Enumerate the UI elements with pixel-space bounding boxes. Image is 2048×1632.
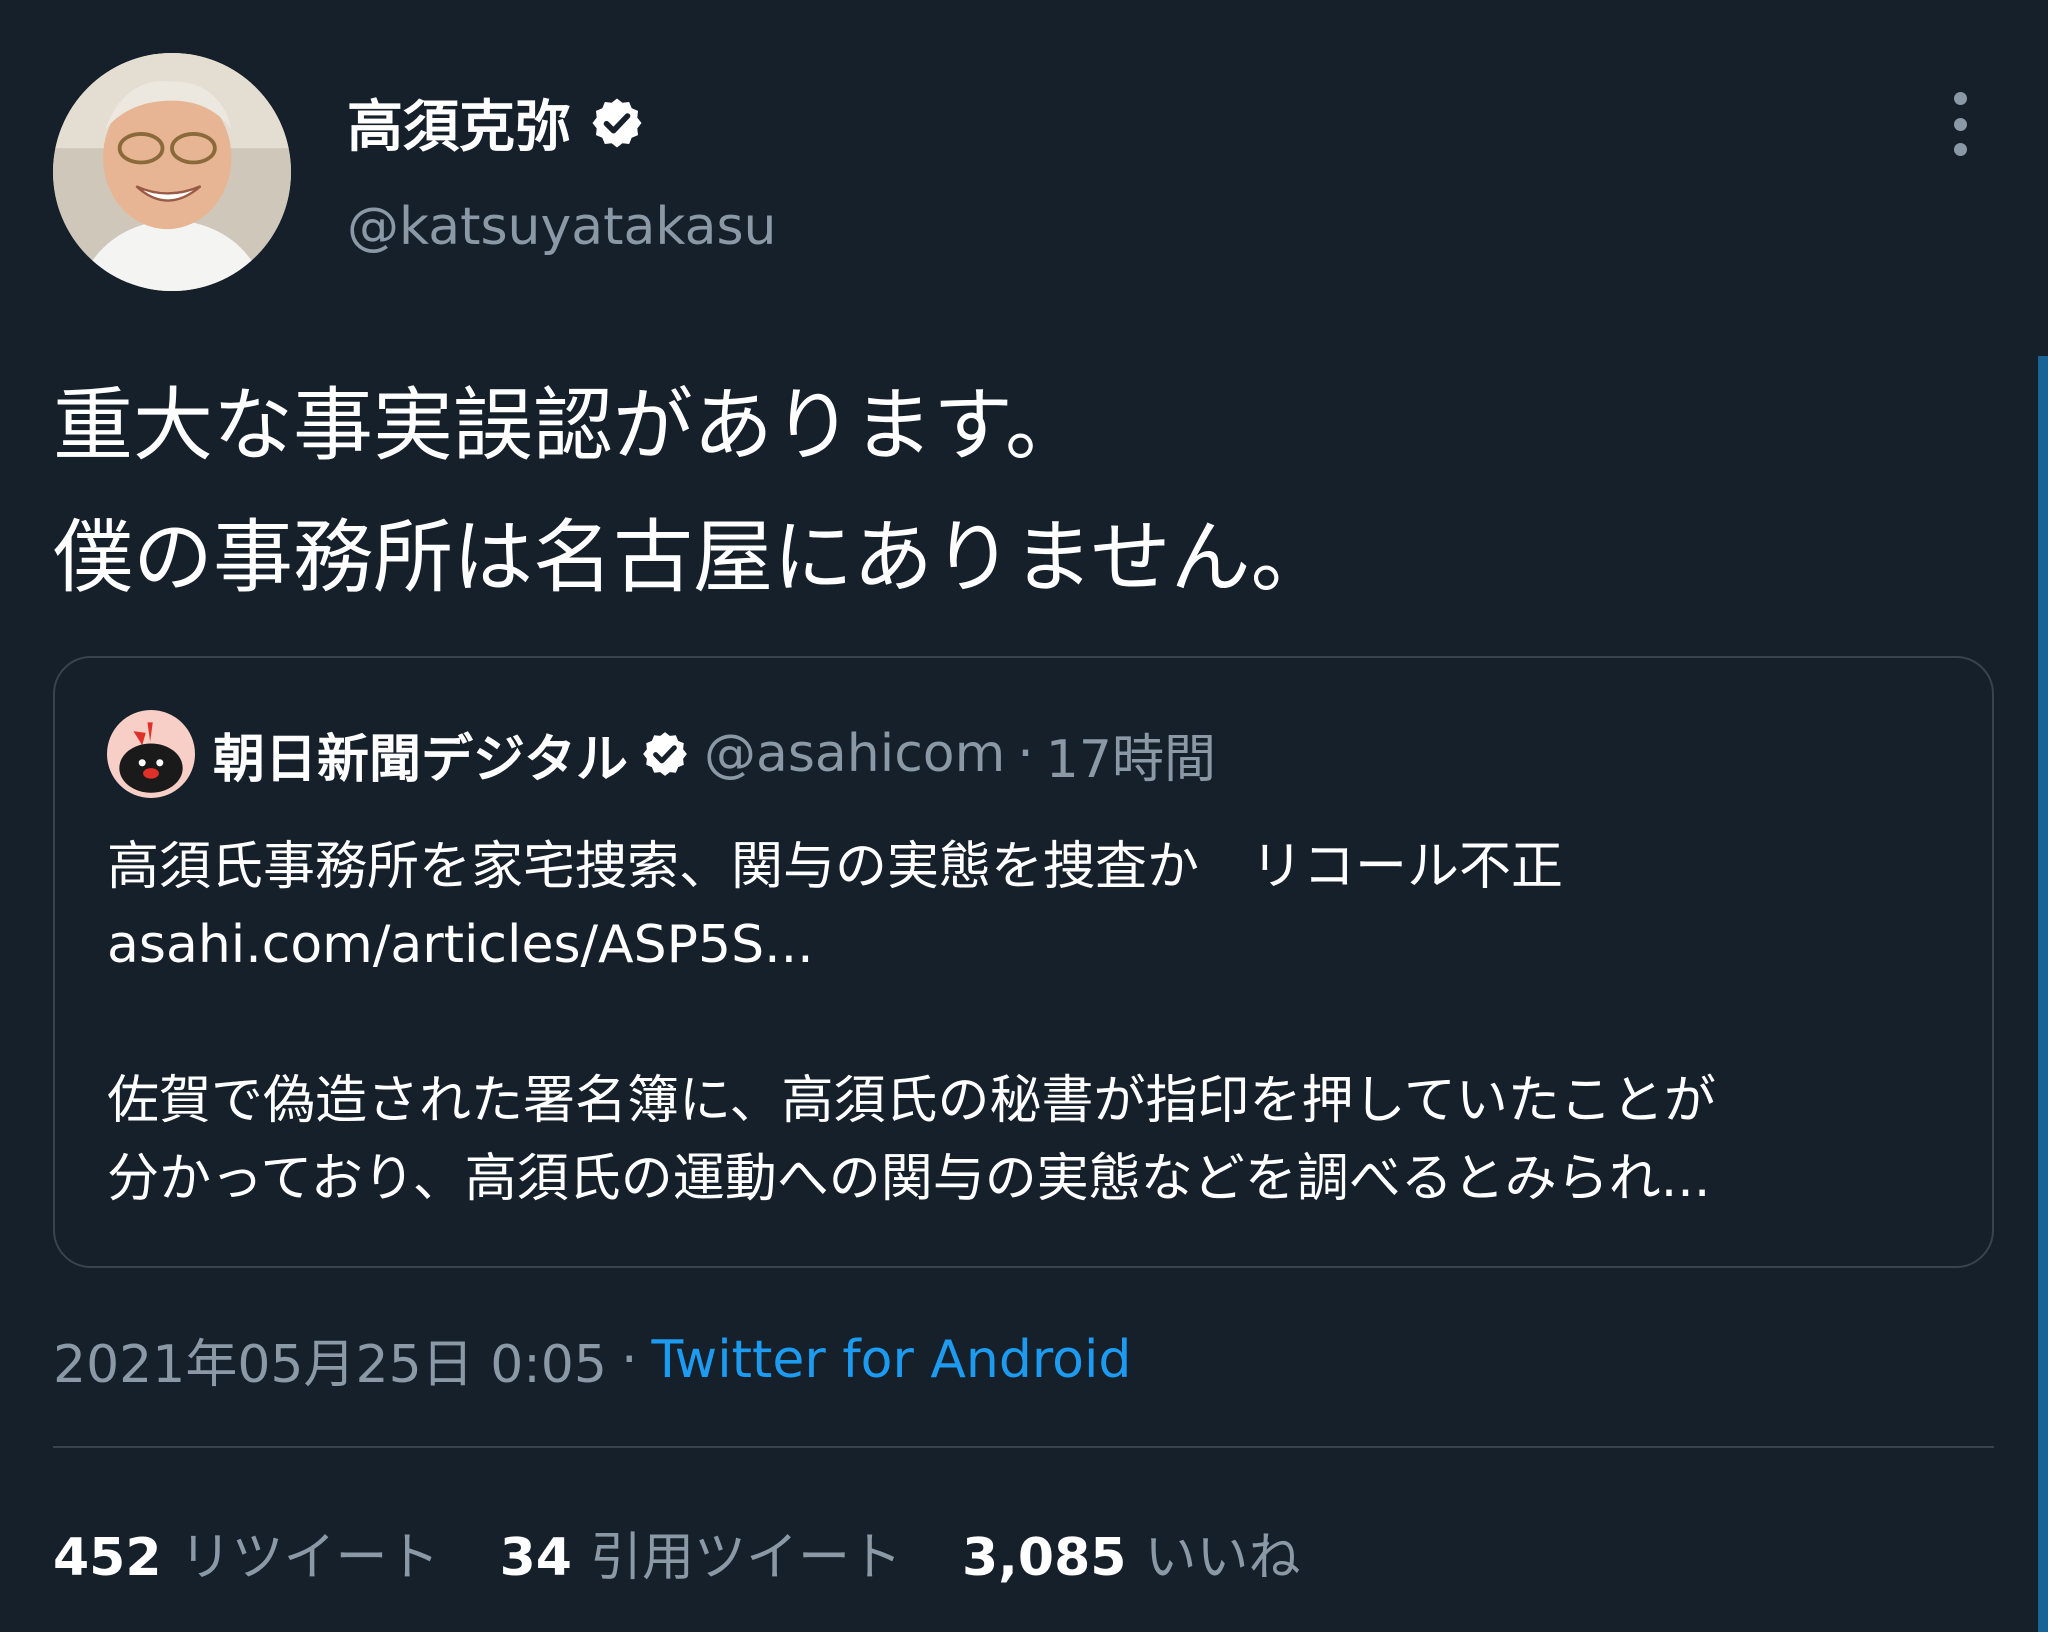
more-options-button[interactable] (1940, 92, 1980, 156)
stat-quote-tweets[interactable]: 34 引用ツイート (500, 1515, 902, 1590)
verified-badge-icon (643, 732, 687, 776)
quoted-author-handle[interactable]: @asahicom (704, 724, 1005, 784)
stat-label: いいね (1144, 1528, 1301, 1588)
quoted-tweet-body: 高須氏事務所を家宅捜索、関与の実態を捜査か リコール不正 asahi.com/a… (107, 828, 1947, 1218)
profile-photo (53, 53, 291, 291)
stat-likes[interactable]: 3,085 いいね (962, 1515, 1301, 1590)
divider (53, 1446, 1994, 1448)
stat-count: 3,085 (961, 1528, 1127, 1588)
tweet-timestamp[interactable]: 2021年05月25日 0:05 (53, 1322, 607, 1397)
quoted-link: asahi.com/articles/ASP5S... (107, 915, 814, 975)
quoted-headline: 高須氏事務所を家宅捜索、関与の実態を捜査か リコール不正 (107, 837, 1564, 897)
tweet-text-line: 僕の事務所は名古屋にありません。 (53, 511, 1331, 604)
stat-label: リツイート (179, 1528, 440, 1588)
quoted-tweet-time: 17時間 (1045, 729, 1216, 790)
author-avatar[interactable] (53, 53, 291, 291)
stat-count: 452 (53, 1528, 162, 1588)
tweet-source-link[interactable]: Twitter for Android (652, 1330, 1132, 1390)
stat-label: 引用ツイート (589, 1528, 902, 1588)
separator-dot: · (620, 1329, 638, 1390)
tweet-text: 重大な事実誤認があります。 僕の事務所は名古屋にありません。 (53, 360, 1973, 624)
stat-retweets[interactable]: 452 リツイート (53, 1515, 440, 1590)
author-handle[interactable]: @katsuyatakasu (347, 197, 777, 257)
quoted-tweet-card[interactable]: 朝日新聞デジタル @asahicom · 17時間 高須氏事務所を家宅捜索、関与… (53, 656, 1994, 1268)
author-name[interactable]: 高須克弥 (347, 82, 571, 163)
quoted-author-avatar[interactable] (107, 710, 195, 798)
quoted-author-name[interactable]: 朝日新聞デジタル (213, 717, 628, 792)
stat-count: 34 (499, 1528, 572, 1588)
tweet-meta: 2021年05月25日 0:05 · Twitter for Android (53, 1322, 1131, 1397)
more-vertical-icon (1953, 92, 1967, 105)
scroll-indicator[interactable] (2038, 356, 2048, 1632)
quoted-tweet-header: 朝日新聞デジタル @asahicom · 17時間 (107, 710, 1216, 798)
tweet-stats: 452 リツイート 34 引用ツイート 3,085 いいね (53, 1515, 1360, 1590)
asahi-mascot-icon (107, 710, 195, 798)
quoted-summary-line: 佐賀で偽造された署名簿に、高須氏の秘書が指印を押していたことが (107, 1071, 1716, 1131)
verified-badge-icon (592, 98, 642, 147)
separator-dot: · (1017, 724, 1034, 784)
tweet-text-line: 重大な事実誤認があります。 (53, 379, 1085, 472)
quoted-summary-line: 分かっており、高須氏の運動への関与の実態などを調べるとみられ... (107, 1149, 1711, 1209)
